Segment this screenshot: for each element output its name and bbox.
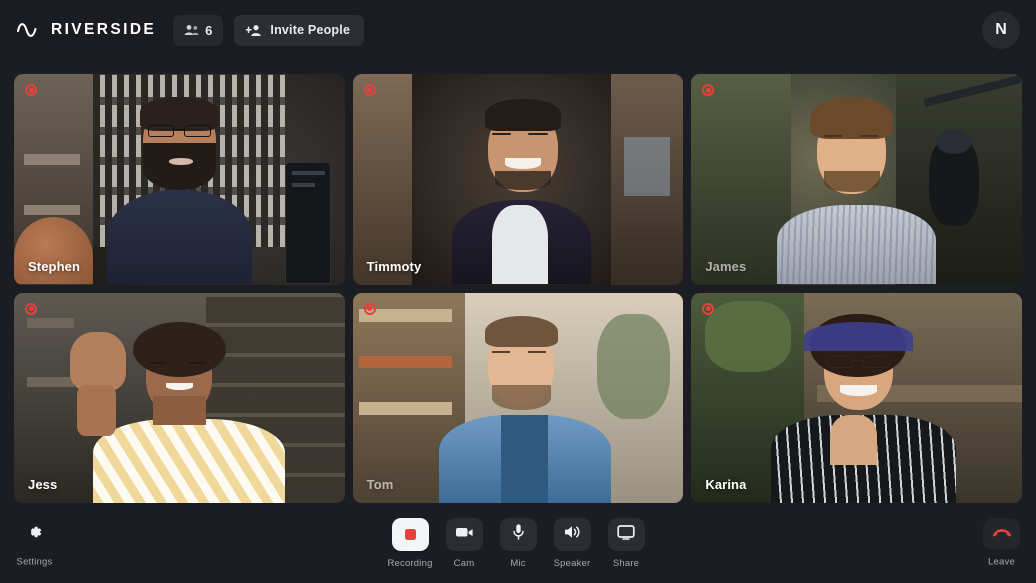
recording-indicator: [363, 302, 376, 315]
people-icon: [184, 24, 199, 36]
leave-label: Leave: [988, 556, 1015, 568]
recording-button[interactable]: Recording: [387, 517, 433, 569]
video-grid: Stephen Timmoty James Jess Tom Karina: [0, 60, 1036, 503]
video-grid-row: Stephen Timmoty James: [14, 74, 1023, 285]
participant-tile-timmoty[interactable]: Timmoty: [352, 74, 684, 285]
microphone-icon: [511, 523, 526, 546]
media-controls: Recording Cam Mic Speaker Share: [387, 517, 646, 569]
leave-button-surface: [983, 518, 1020, 550]
brand: RIVERSIDE: [16, 20, 156, 40]
share-label: Share: [612, 557, 640, 569]
mic-label: Mic: [510, 557, 526, 569]
cam-label: Cam: [453, 557, 475, 569]
participant-tile-jess[interactable]: Jess: [14, 292, 345, 503]
participant-tile-karina[interactable]: Karina: [691, 292, 1023, 503]
recording-indicator: [25, 84, 37, 96]
riverside-studio-app: RIVERSIDE 6 Invite People N Stephen Timm…: [0, 0, 1036, 583]
avatar-initial: N: [995, 21, 1007, 38]
cam-button-surface: [445, 517, 483, 551]
participant-name: James: [705, 258, 747, 274]
mic-button-surface: [499, 517, 537, 551]
video-feed: [691, 292, 1023, 503]
screen-share-icon: [617, 524, 635, 545]
settings-label: Settings: [16, 556, 53, 568]
invite-people-label: Invite People: [270, 23, 351, 37]
participant-count-button[interactable]: 6: [173, 14, 224, 46]
recording-indicator: [25, 302, 37, 315]
record-square-icon: [404, 528, 416, 540]
add-person-icon: [246, 24, 262, 37]
video-feed: [352, 74, 684, 285]
user-avatar[interactable]: N: [982, 11, 1020, 49]
mic-button[interactable]: Mic: [498, 517, 538, 569]
participant-count: 6: [205, 22, 213, 38]
video-feed: [14, 74, 345, 285]
leave-button[interactable]: Leave: [983, 518, 1020, 568]
share-button[interactable]: Share: [606, 517, 646, 569]
settings-button[interactable]: Settings: [16, 519, 53, 568]
participant-name: Tom: [366, 477, 394, 492]
speaker-label: Speaker: [553, 557, 591, 569]
speaker-button-surface: [553, 517, 591, 551]
recording-button-surface: [391, 517, 429, 551]
wave-icon: [16, 20, 42, 40]
recording-label: Recording: [387, 557, 433, 569]
participant-name: Timmoty: [366, 258, 422, 274]
settings-button-surface: [16, 519, 53, 550]
invite-people-button[interactable]: Invite People: [234, 14, 365, 46]
video-feed: [352, 292, 684, 503]
share-button-surface: [607, 517, 645, 551]
participant-name: Jess: [28, 477, 58, 492]
participant-tile-stephen[interactable]: Stephen: [14, 74, 345, 285]
gear-icon: [25, 522, 44, 546]
phone-hangup-icon: [991, 525, 1013, 543]
app-header: RIVERSIDE 6 Invite People N: [0, 0, 1036, 60]
speaker-button[interactable]: Speaker: [552, 517, 592, 569]
brand-name: RIVERSIDE: [51, 21, 157, 38]
participant-tile-james[interactable]: James: [691, 74, 1023, 285]
video-camera-icon: [455, 525, 474, 544]
video-feed: [691, 74, 1023, 285]
participant-name: Stephen: [28, 258, 80, 274]
bottom-toolbar: Settings Recording Cam Mic Speaker Share…: [0, 503, 1036, 583]
video-grid-row: Jess Tom Karina: [14, 292, 1023, 503]
recording-indicator: [363, 84, 376, 96]
recording-indicator: [702, 302, 715, 315]
participant-name: Karina: [705, 477, 747, 492]
cam-button[interactable]: Cam: [444, 517, 484, 569]
speaker-icon: [563, 524, 582, 545]
video-feed: [14, 292, 345, 503]
participant-tile-tom[interactable]: Tom: [352, 292, 684, 503]
